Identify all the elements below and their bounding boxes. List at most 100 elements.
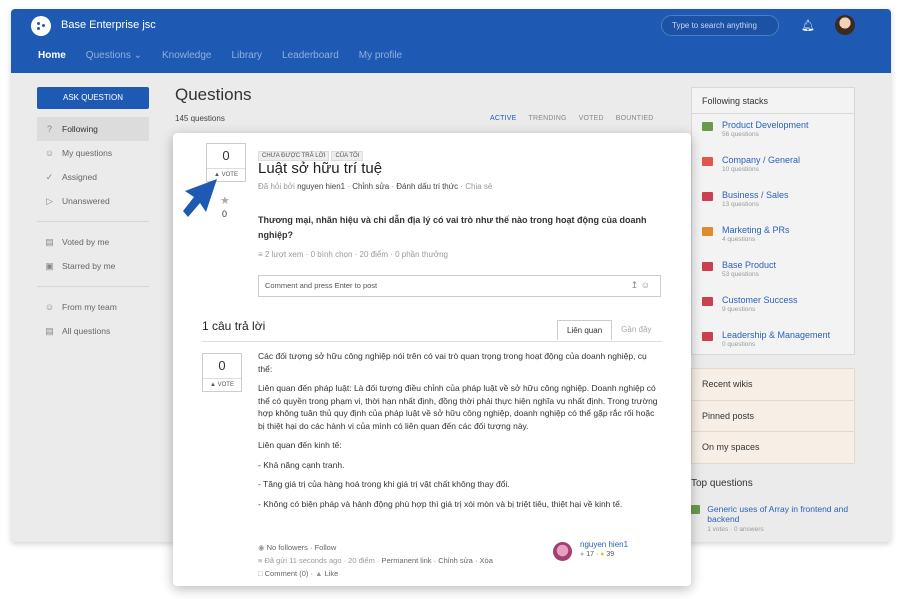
mark-knowledge-link[interactable]: Đánh dấu tri thức	[396, 182, 458, 191]
comment-input[interactable]: Comment and press Enter to post ↥ ☺	[258, 275, 661, 297]
stack-item[interactable]: Product Development 56 questions	[692, 114, 854, 149]
document-icon: ▤	[45, 325, 54, 336]
silver-dot-icon: ●	[580, 551, 585, 558]
on-my-spaces-link[interactable]: On my spaces	[692, 432, 854, 464]
avatar[interactable]	[553, 542, 572, 561]
stack-item[interactable]: Customer Success 9 questions	[692, 289, 854, 324]
pinned-posts-link[interactable]: Pinned posts	[692, 401, 854, 432]
stack-name[interactable]: Product Development	[722, 120, 809, 130]
sidebar: ASK QUESTION ? Following ☺ My questions ✓ A…	[37, 87, 149, 343]
nav-leaderboard[interactable]: Leaderboard	[282, 50, 339, 61]
ask-question-button[interactable]: ASK QUESTION	[37, 87, 149, 109]
question-tabs: ACTIVE TRENDING VOTED BOUNTIED	[490, 115, 666, 122]
sidebar-item-voted-by-me[interactable]: ▤ Voted by me	[37, 230, 149, 254]
tab-trending[interactable]: TRENDING	[528, 115, 566, 122]
sidebar-item-following[interactable]: ? Following	[37, 117, 149, 141]
tab-bountied[interactable]: BOUNTIED	[616, 115, 654, 122]
question-meta: Đã hỏi bởi nguyen hien1 · Chỉnh sửa · Đá…	[258, 182, 493, 191]
stack-count: 56 questions	[722, 131, 759, 138]
question-modal: 0 ▲ VOTE ★ 0 CHƯA ĐƯỢC TRẢ LỜI CỦA TÔI Lu…	[173, 133, 691, 586]
bell-icon[interactable]: 🔔︎	[801, 19, 815, 32]
question-vote-count: 0	[222, 148, 230, 163]
stack-name[interactable]: Leadership & Management	[722, 330, 830, 340]
sidebar-item-all-questions[interactable]: ▤ All questions	[37, 319, 149, 343]
pointer-arrow-shape	[183, 179, 217, 217]
stack-icon	[702, 262, 713, 271]
delete-answer-link[interactable]: Xóa	[480, 556, 493, 565]
comment-icon: □	[258, 569, 263, 578]
gold-dot-icon: ●	[600, 551, 605, 558]
stack-item[interactable]: Leadership & Management 0 questions	[692, 324, 854, 359]
stack-count: 9 questions	[722, 306, 756, 313]
team-icon: ☺	[44, 301, 55, 312]
stack-count: 53 questions	[722, 271, 759, 278]
nav-knowledge[interactable]: Knowledge	[162, 50, 211, 61]
user-avatar[interactable]	[835, 15, 855, 35]
edit-answer-link[interactable]: Chỉnh sửa	[438, 556, 473, 565]
sidebar-item-my-questions[interactable]: ☺ My questions	[37, 141, 149, 165]
like-link[interactable]: Like	[325, 569, 339, 578]
author-scores: ● 17 · ● 39	[580, 551, 615, 558]
stack-count: 10 questions	[722, 166, 759, 173]
vote-box-icon: ▤	[45, 236, 54, 247]
user-icon: ☺	[44, 147, 55, 158]
nav-questions[interactable]: Questions ⌄	[86, 50, 142, 61]
tab-relevant[interactable]: Liên quan	[557, 320, 613, 340]
stack-name[interactable]: Business / Sales	[722, 190, 789, 200]
followers-count: No followers	[266, 543, 308, 552]
tab-active[interactable]: ACTIVE	[490, 115, 516, 122]
sidebar-item-unanswered[interactable]: ▷ Unanswered	[37, 189, 149, 213]
nav-library[interactable]: Library	[231, 50, 262, 61]
top-question-link[interactable]: Generic uses of Array in frontend and ba…	[707, 504, 855, 524]
stack-name[interactable]: Marketing & PRs	[722, 225, 790, 235]
stack-item[interactable]: Base Product 53 questions	[692, 254, 854, 289]
answers-divider	[202, 341, 662, 342]
nav-home[interactable]: Home	[38, 50, 66, 61]
search-input[interactable]: Type to search anything	[661, 15, 779, 36]
upload-emoji-icons[interactable]: ↥ ☺	[631, 280, 650, 291]
stack-name[interactable]: Customer Success	[722, 295, 798, 305]
answer-vote-count: 0	[218, 358, 226, 373]
permalink-link[interactable]: Permanent link	[382, 556, 432, 565]
recent-wikis-link[interactable]: Recent wikis	[692, 369, 854, 401]
wiki-panel: Recent wikis Pinned posts On my spaces	[691, 368, 855, 464]
answer-vote-box: 0 ▲ VOTE	[202, 353, 242, 392]
tab-recent[interactable]: Gần đây	[612, 320, 660, 340]
answer-footer: ◉ No followers · Follow ≡ Đã gửi 11 seco…	[258, 543, 493, 578]
share-link[interactable]: Chia sẻ	[465, 182, 492, 191]
question-author-link[interactable]: nguyen hien1	[297, 182, 345, 191]
stack-name[interactable]: Base Product	[722, 260, 776, 270]
stack-name[interactable]: Company / General	[722, 155, 800, 165]
question-stats: ≡ 2 lượt xem · 0 bình chọn · 20 điểm · 0…	[258, 250, 448, 259]
stack-item[interactable]: Company / General 10 questions	[692, 149, 854, 184]
app-logo-icon[interactable]	[31, 16, 51, 36]
nav-my-profile[interactable]: My profile	[359, 50, 402, 61]
sidebar-item-from-my-team[interactable]: ☺ From my team	[37, 295, 149, 319]
page-title: Questions	[175, 85, 252, 104]
sidebar-item-label: Voted by me	[62, 237, 110, 247]
stack-count: 13 questions	[722, 201, 759, 208]
following-stacks-title: Following stacks	[692, 88, 854, 114]
answers-heading: 1 câu trả lời	[202, 319, 266, 333]
tab-voted[interactable]: VOTED	[579, 115, 604, 122]
sidebar-item-starred-by-me[interactable]: ▣ Starred by me	[37, 254, 149, 278]
sidebar-item-label: Starred by me	[62, 261, 116, 271]
answer-author-link[interactable]: nguyen hien1	[580, 540, 628, 549]
stack-icon	[702, 122, 713, 131]
comment-link[interactable]: Comment (0)	[265, 569, 309, 578]
sidebar-item-label: Assigned	[62, 172, 97, 182]
sidebar-item-assigned[interactable]: ✓ Assigned	[37, 165, 149, 189]
stack-icon	[702, 157, 713, 166]
sidebar-item-label: Unanswered	[62, 196, 110, 206]
top-question-item[interactable]: Generic uses of Array in frontend and ba…	[691, 504, 855, 533]
stack-item[interactable]: Business / Sales 13 questions	[692, 184, 854, 219]
follow-link[interactable]: Follow	[315, 543, 337, 552]
author-score-2: 39	[606, 551, 615, 558]
answer-sent-meta: Đã gửi 11 seconds ago · 20 điểm ·	[264, 556, 380, 565]
top-question-meta: 1 votes · 0 answers	[707, 526, 764, 533]
sidebar-item-label: From my team	[62, 302, 117, 312]
stack-item[interactable]: Marketing & PRs 4 questions	[692, 219, 854, 254]
answer-vote-button[interactable]: ▲ VOTE	[203, 378, 241, 391]
sidebar-divider	[37, 286, 149, 287]
edit-question-link[interactable]: Chỉnh sửa	[352, 182, 389, 191]
